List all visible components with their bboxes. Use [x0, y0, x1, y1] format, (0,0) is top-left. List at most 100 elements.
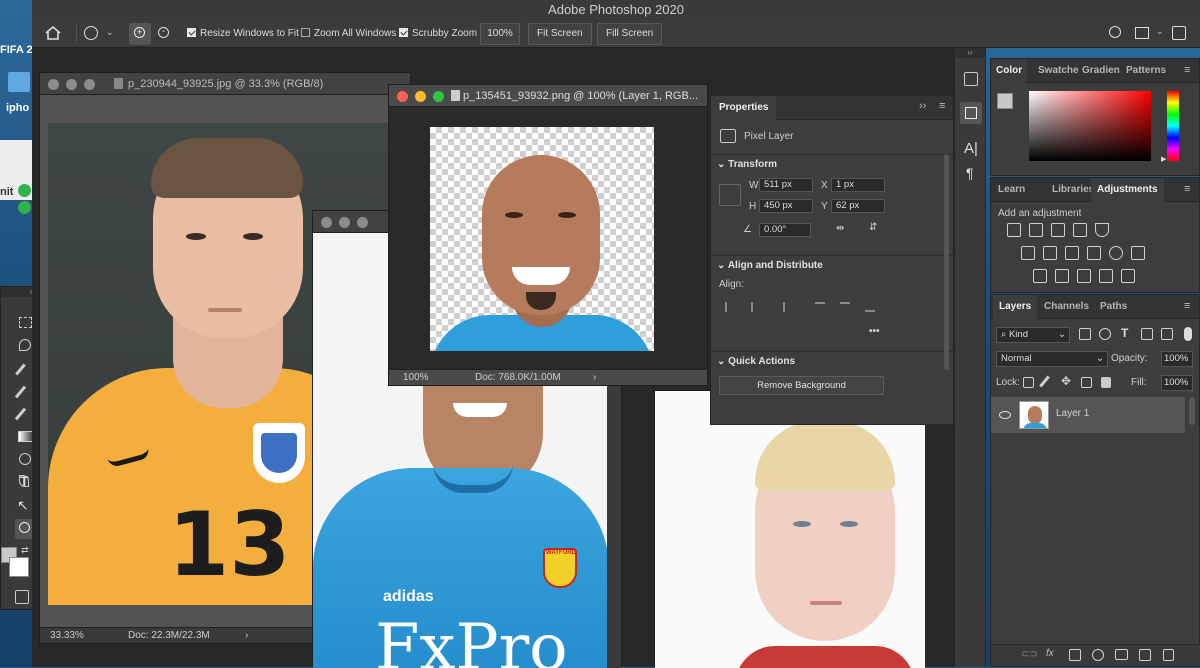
close-button[interactable] [397, 91, 408, 102]
screen-mode-icon[interactable] [15, 590, 29, 604]
curves-icon[interactable] [1051, 223, 1065, 237]
fx-icon[interactable]: fx [1046, 648, 1054, 659]
learn-tab[interactable]: Learn [993, 178, 1030, 202]
collapse-icon[interactable]: ›› [955, 48, 985, 58]
panel-menu-icon[interactable]: ≡ [1184, 183, 1190, 195]
document-title-bar[interactable]: p_135451_93932.png @ 100% (Layer 1, RGB.… [389, 85, 707, 107]
color-balance-icon[interactable] [1043, 246, 1057, 260]
minimize-button[interactable] [339, 217, 350, 228]
document-title-bar[interactable]: p_230944_93925.jpg @ 33.3% (RGB/8) [40, 73, 410, 95]
resize-windows-checkbox[interactable]: Resize Windows to Fit [187, 27, 299, 41]
fill-field[interactable]: 100% [1161, 375, 1193, 391]
zoom-button[interactable] [84, 79, 95, 90]
minimize-button[interactable] [415, 91, 426, 102]
visibility-eye-icon[interactable] [999, 411, 1011, 419]
new-group-icon[interactable] [1115, 649, 1128, 660]
selective-color-icon[interactable] [1099, 269, 1113, 283]
desktop-icon-label[interactable]: ipho [6, 102, 29, 114]
scrubby-zoom-checkbox[interactable]: Scrubby Zoom [399, 27, 477, 41]
quick-actions-section[interactable]: ⌄ Quick Actions [711, 351, 953, 371]
y-field[interactable]: 62 px [831, 199, 885, 213]
align-left-icon[interactable] [725, 302, 735, 312]
height-field[interactable]: 450 px [759, 199, 813, 213]
zoom-level[interactable]: 100% [403, 370, 429, 385]
lock-position-icon[interactable]: ✥ [1061, 374, 1071, 388]
scrollbar[interactable] [944, 154, 949, 370]
link-layers-icon[interactable]: ⊂⊃ [1021, 649, 1038, 660]
channels-tab[interactable]: Channels [1039, 295, 1094, 319]
close-button[interactable] [48, 79, 59, 90]
chevron-down-icon[interactable]: ⌄ [1156, 26, 1164, 37]
posterize-icon[interactable] [1055, 269, 1069, 283]
canvas-photo[interactable] [655, 391, 925, 668]
new-adjustment-icon[interactable] [1092, 649, 1104, 661]
lock-artboard-icon[interactable] [1081, 377, 1092, 388]
paths-tab[interactable]: Paths [1095, 295, 1132, 319]
x-field[interactable]: 1 px [831, 178, 885, 192]
align-middle-icon[interactable] [840, 302, 850, 312]
channel-mixer-icon[interactable] [1109, 246, 1123, 260]
dodge-tool-icon[interactable] [19, 453, 31, 465]
panel-menu-icon[interactable]: ≡ [1184, 300, 1190, 312]
threshold-icon[interactable] [1077, 269, 1091, 283]
filter-pixel-icon[interactable] [1079, 328, 1091, 340]
gradient-map-icon[interactable] [1121, 269, 1135, 283]
zoom-all-checkbox[interactable]: Zoom All Windows [301, 27, 396, 41]
opacity-field[interactable]: 100% [1161, 351, 1193, 367]
vibrance-icon[interactable] [1095, 223, 1109, 237]
panel-menu-icon[interactable]: ≡ [939, 100, 945, 112]
scrollbar[interactable] [1189, 397, 1195, 425]
eraser-tool-icon[interactable] [14, 407, 27, 421]
more-options-icon[interactable]: ••• [869, 326, 880, 337]
minimize-button[interactable] [66, 79, 77, 90]
desktop-icon-label[interactable]: FIFA 2 [0, 44, 33, 56]
search-icon[interactable] [1109, 26, 1121, 38]
align-bottom-icon[interactable] [865, 302, 875, 312]
filter-smart-object-icon[interactable] [1161, 328, 1173, 340]
hue-saturation-icon[interactable] [1021, 246, 1035, 260]
paragraph-icon[interactable]: ¶ [966, 165, 974, 181]
expand-icon[interactable]: ›› [919, 100, 926, 112]
workspace-icon[interactable] [1135, 27, 1149, 39]
folder-icon[interactable] [8, 72, 30, 92]
eyedropper-tool-icon[interactable] [15, 363, 26, 376]
delete-layer-icon[interactable] [1163, 649, 1174, 661]
filter-adjustment-icon[interactable] [1099, 328, 1111, 340]
layer-mask-icon[interactable] [1069, 649, 1081, 661]
align-center-icon[interactable] [751, 302, 761, 312]
zoom-percent-field[interactable]: 100% [480, 23, 520, 45]
brush-tool-icon[interactable] [14, 385, 27, 399]
swap-colors-icon[interactable]: ⇄ [21, 545, 29, 556]
lock-image-icon[interactable] [1039, 375, 1050, 388]
width-field[interactable]: 511 px [759, 178, 813, 192]
flip-horizontal-icon[interactable]: ⇹ [836, 223, 844, 234]
foreground-swatch[interactable] [997, 93, 1013, 109]
transform-section[interactable]: ⌄ Transform [711, 154, 953, 174]
color-field[interactable] [1029, 91, 1151, 161]
layer-row[interactable]: Layer 1 [991, 397, 1185, 433]
lasso-tool-icon[interactable] [19, 339, 31, 351]
swatches-tab[interactable]: Swatche [1033, 59, 1084, 83]
fit-screen-button[interactable]: Fit Screen [528, 23, 592, 45]
gradients-tab[interactable]: Gradien [1077, 59, 1125, 83]
align-section[interactable]: ⌄ Align and Distribute [711, 255, 953, 275]
new-layer-icon[interactable] [1139, 649, 1151, 661]
status-menu-arrow[interactable]: › [245, 628, 248, 643]
history-icon[interactable] [964, 72, 978, 86]
layer-name[interactable]: Layer 1 [1056, 408, 1089, 419]
status-menu-arrow[interactable]: › [593, 370, 596, 385]
transparent-canvas[interactable] [430, 127, 654, 351]
filter-shape-icon[interactable] [1141, 328, 1153, 340]
lock-all-icon[interactable] [1101, 377, 1111, 388]
panel-menu-icon[interactable]: ≡ [1184, 64, 1190, 76]
layers-tab[interactable]: Layers [993, 295, 1038, 319]
zoom-in-button[interactable]: + [129, 23, 151, 45]
document-window-2[interactable]: p_135451_93932.png @ 100% (Layer 1, RGB.… [388, 84, 708, 386]
align-top-icon[interactable] [815, 302, 825, 312]
zoom-button[interactable] [433, 91, 444, 102]
chevron-down-icon[interactable]: ⌄ [106, 27, 114, 38]
filter-toggle[interactable] [1184, 327, 1192, 341]
close-button[interactable] [321, 217, 332, 228]
adjustments-tab[interactable]: Adjustments [1091, 178, 1164, 202]
properties-tab[interactable]: Properties [711, 96, 777, 120]
